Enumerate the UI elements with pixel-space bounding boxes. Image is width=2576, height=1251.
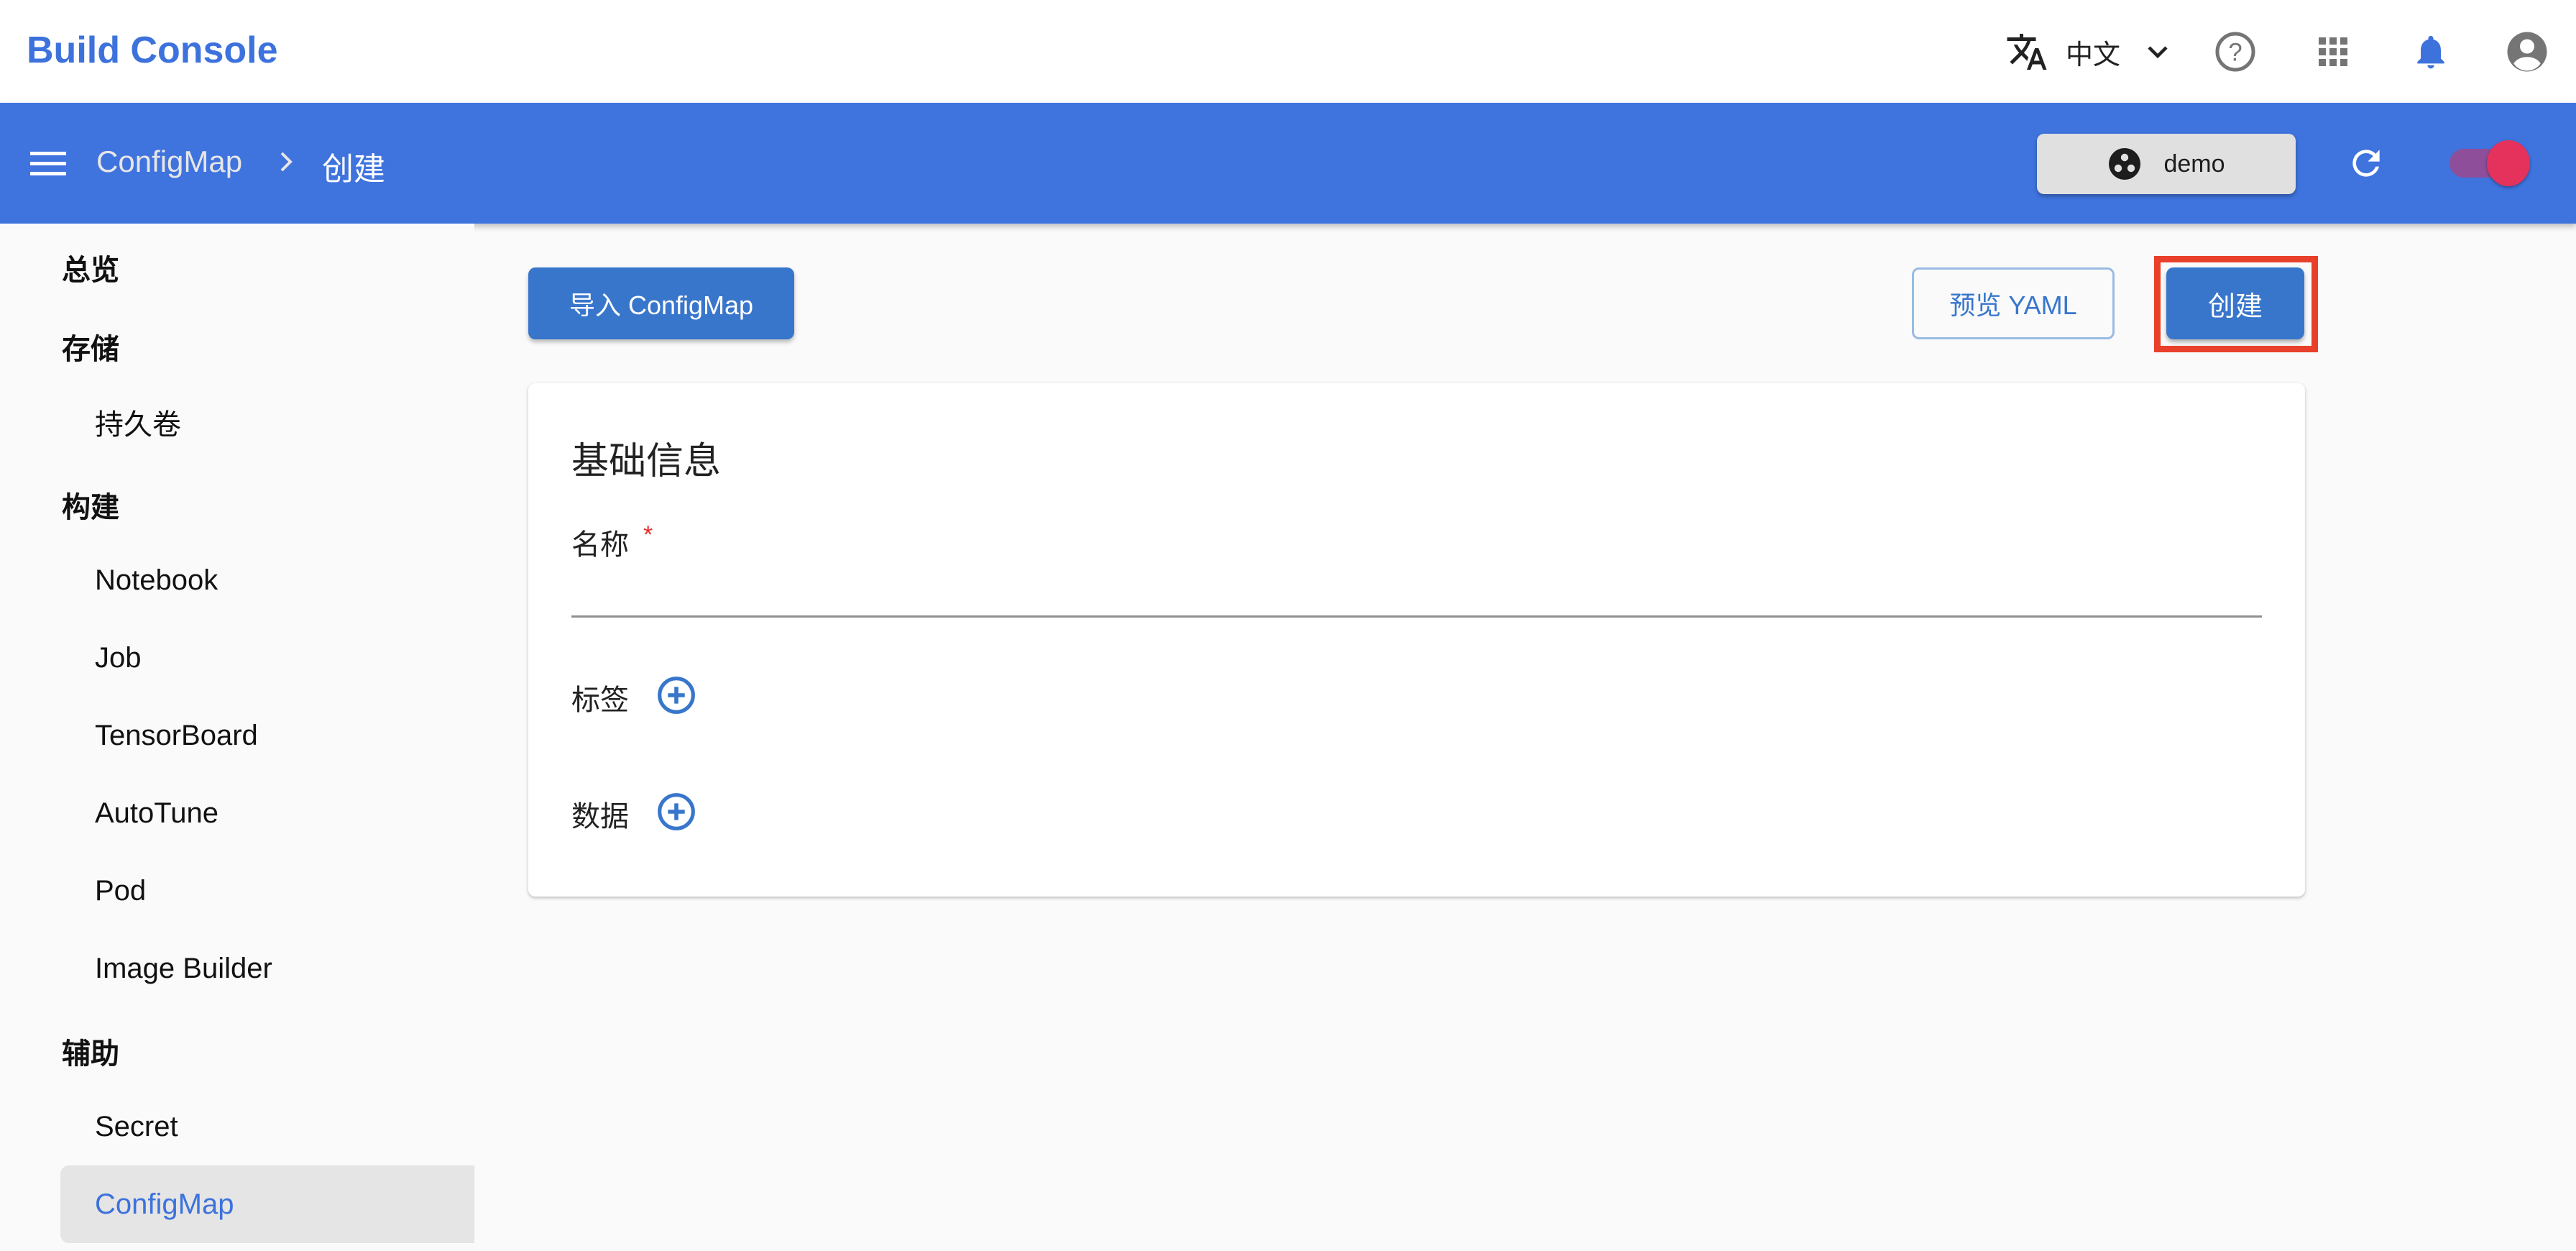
labels-label: 标签 [571,684,629,716]
add-data-icon[interactable] [656,792,696,832]
name-label-text: 名称 [571,529,629,561]
theme-toggle[interactable] [2450,140,2533,186]
account-button[interactable] [2504,29,2550,75]
sidebar-item-tensorboard[interactable]: TensorBoard [60,697,474,774]
name-label: 名称 * [571,521,653,563]
svg-text:?: ? [2228,39,2242,67]
sidebar-item-persistent-volume[interactable]: 持久卷 [60,383,474,461]
app-bar: ConfigMap 创建 demo [0,103,2576,224]
create-button[interactable]: 创建 [2166,267,2304,339]
nav-group-overview[interactable]: 总览 [62,247,119,288]
notifications-button[interactable] [2408,29,2454,75]
data-label: 数据 [571,801,629,833]
apps-button[interactable] [2310,29,2356,75]
name-input[interactable] [571,566,2262,618]
section-title: 基础信息 [571,441,722,482]
translate-icon [2007,34,2047,70]
required-mark: * [643,521,653,549]
namespace-button[interactable]: demo [2037,134,2296,194]
breadcrumb-create: 创建 [322,152,385,187]
sidebar-item-pod[interactable]: Pod [60,852,474,930]
preview-yaml-button[interactable]: 预览 YAML [1912,267,2115,339]
namespace-icon [2109,148,2141,180]
sidebar-item-label: Job [95,641,142,674]
toggle-thumb [2487,140,2530,186]
sidebar-item-configmap[interactable]: ConfigMap [60,1165,474,1243]
language-label: 中文 [2066,40,2121,70]
bell-icon [2417,35,2444,69]
sidebar-item-image-builder[interactable]: Image Builder [60,930,474,1007]
account-circle-icon [2507,32,2547,72]
nav-group-build: 构建 [62,492,119,523]
sidebar-item-label: Notebook [95,564,218,596]
menu-icon[interactable] [30,152,66,176]
sidebar-item-secret[interactable]: Secret [60,1088,474,1165]
top-bar: Build Console 中文 ? [0,0,2576,103]
nav-group-storage: 存储 [62,334,119,365]
apps-grid-icon [2319,37,2347,66]
refresh-icon[interactable] [2346,143,2386,183]
help-button[interactable]: ? [2212,29,2258,75]
sidebar-item-label: Image Builder [95,952,272,984]
sidebar-item-label: AutoTune [95,797,218,829]
chevron-right-icon [280,152,293,172]
language-selector[interactable]: 中文 [2005,29,2171,75]
import-configmap-button[interactable]: 导入 ConfigMap [528,267,794,339]
breadcrumb-configmap[interactable]: ConfigMap [96,145,242,179]
sidebar-item-label: Pod [95,874,147,907]
nav-group-auxiliary: 辅助 [62,1038,119,1070]
basic-info-card: 基础信息 名称 * 标签 数据 [528,383,2305,897]
chevron-down-icon[interactable] [2145,39,2171,65]
sidebar-item-job[interactable]: Job [60,619,474,697]
sidebar: 总览 存储 持久卷 构建 Notebook Job TensorBoard Au… [0,224,474,1251]
sidebar-item-label: Secret [95,1110,178,1142]
sidebar-item-label: TensorBoard [95,719,258,751]
sidebar-item-label: 持久卷 [95,409,181,441]
add-label-icon[interactable] [656,675,696,715]
sidebar-item-label: ConfigMap [95,1188,234,1220]
namespace-label: demo [2163,150,2225,178]
sidebar-item-notebook[interactable]: Notebook [60,541,474,619]
sidebar-item-autotune[interactable]: AutoTune [60,774,474,852]
brand-title[interactable]: Build Console [27,29,278,72]
help-circle-icon: ? [2215,32,2255,72]
